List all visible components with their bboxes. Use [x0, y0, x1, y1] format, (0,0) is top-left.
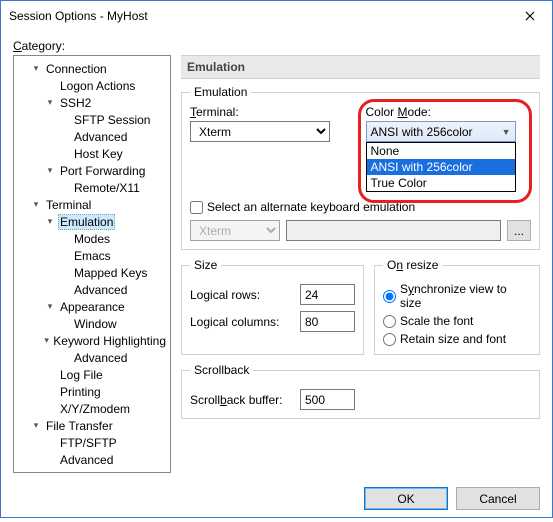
tree-item-xyzmodem[interactable]: X/Y/Zmodem: [16, 400, 168, 417]
chevron-down-icon: ▾: [44, 216, 56, 228]
tree-item-file-transfer[interactable]: ▾File Transfer: [16, 417, 168, 434]
retain-size-label: Retain size and font: [400, 332, 506, 346]
alt-keyboard-label: Select an alternate keyboard emulation: [207, 200, 415, 214]
close-icon: [525, 11, 535, 21]
chevron-down-icon: ▼: [502, 127, 511, 137]
color-mode-label: Color Mode:: [366, 105, 532, 119]
tree-item-remote-x11[interactable]: Remote/X11: [16, 179, 168, 196]
tree-item-terminal[interactable]: ▾Terminal: [16, 196, 168, 213]
color-mode-dropdown-list[interactable]: None ANSI with 256color True Color: [366, 142, 516, 192]
tree-item-sftp-session[interactable]: SFTP Session: [16, 111, 168, 128]
logical-columns-input[interactable]: [300, 311, 355, 332]
tree-item-printing[interactable]: Printing: [16, 383, 168, 400]
alt-keyboard-path: [286, 220, 501, 241]
tree-item-log-file[interactable]: Log File: [16, 366, 168, 383]
panel-heading: Emulation: [181, 55, 540, 79]
tree-item-emulation[interactable]: ▾Emulation: [16, 213, 168, 230]
color-mode-option-truecolor[interactable]: True Color: [367, 175, 515, 191]
scrollback-legend: Scrollback: [190, 363, 253, 377]
tree-item-keyword-highlighting[interactable]: ▾Keyword Highlighting: [16, 332, 168, 349]
chevron-down-icon: ▾: [30, 63, 42, 75]
category-label: Category:: [13, 39, 540, 53]
chevron-down-icon: ▾: [44, 335, 49, 347]
color-mode-select[interactable]: ANSI with 256color ▼: [366, 121, 516, 142]
scrollback-group: Scrollback Scrollback buffer:: [181, 363, 540, 419]
logical-rows-input[interactable]: [300, 284, 355, 305]
sync-view-radio[interactable]: [383, 290, 396, 303]
dialog-buttons: OK Cancel: [1, 477, 552, 522]
tree-item-modes[interactable]: Modes: [16, 230, 168, 247]
session-options-dialog: Session Options - MyHost Category: ▾Conn…: [0, 0, 553, 518]
color-mode-option-ansi256[interactable]: ANSI with 256color: [367, 159, 515, 175]
chevron-down-icon: ▾: [44, 97, 56, 109]
terminal-select[interactable]: Xterm: [190, 121, 330, 142]
tree-item-emulation-advanced[interactable]: Advanced: [16, 281, 168, 298]
sync-view-label: Synchronize view to size: [400, 282, 531, 310]
tree-item-ftp-sftp[interactable]: FTP/SFTP: [16, 434, 168, 451]
onresize-group: On resize Synchronize view to size Scale…: [374, 258, 540, 355]
scale-font-label: Scale the font: [400, 314, 473, 328]
tree-item-ft-advanced[interactable]: Advanced: [16, 451, 168, 468]
emulation-legend: Emulation: [190, 85, 251, 99]
alt-keyboard-checkbox[interactable]: [190, 201, 203, 214]
scrollback-input[interactable]: [300, 389, 355, 410]
cancel-button[interactable]: Cancel: [456, 487, 540, 510]
scale-font-radio[interactable]: [383, 315, 396, 328]
tree-item-window[interactable]: Window: [16, 315, 168, 332]
chevron-down-icon: ▾: [30, 199, 42, 211]
chevron-down-icon: ▾: [44, 165, 56, 177]
size-legend: Size: [190, 258, 221, 272]
logical-columns-label: Logical columns:: [190, 315, 290, 329]
settings-panel: Emulation Emulation Terminal: Xterm Colo…: [181, 55, 540, 473]
color-mode-value: ANSI with 256color: [371, 125, 473, 139]
onresize-legend: On resize: [383, 258, 442, 272]
emulation-group: Emulation Terminal: Xterm Color Mode:: [181, 85, 540, 250]
tree-item-mapped-keys[interactable]: Mapped Keys: [16, 264, 168, 281]
browse-button[interactable]: ...: [507, 220, 531, 241]
logical-rows-label: Logical rows:: [190, 288, 290, 302]
tree-item-connection[interactable]: ▾Connection: [16, 60, 168, 77]
close-button[interactable]: [507, 1, 552, 31]
retain-size-radio[interactable]: [383, 333, 396, 346]
scrollback-label: Scrollback buffer:: [190, 393, 290, 407]
chevron-down-icon: ▾: [44, 301, 56, 313]
tree-item-port-forwarding[interactable]: ▾Port Forwarding: [16, 162, 168, 179]
ok-button[interactable]: OK: [364, 487, 448, 510]
size-group: Size Logical rows: Logical columns:: [181, 258, 364, 355]
alt-keyboard-select: Xterm: [190, 220, 280, 241]
titlebar[interactable]: Session Options - MyHost: [1, 1, 552, 31]
chevron-down-icon: ▾: [30, 420, 42, 432]
ellipsis-icon: ...: [514, 224, 524, 238]
tree-item-emacs[interactable]: Emacs: [16, 247, 168, 264]
tree-item-kh-advanced[interactable]: Advanced: [16, 349, 168, 366]
category-tree[interactable]: ▾Connection Logon Actions ▾SSH2 SFTP Ses…: [13, 55, 171, 473]
tree-item-ssh2-advanced[interactable]: Advanced: [16, 128, 168, 145]
tree-item-appearance[interactable]: ▾Appearance: [16, 298, 168, 315]
terminal-label: Terminal:: [190, 105, 356, 119]
tree-item-ssh2[interactable]: ▾SSH2: [16, 94, 168, 111]
color-mode-option-none[interactable]: None: [367, 143, 515, 159]
tree-item-host-key[interactable]: Host Key: [16, 145, 168, 162]
window-title: Session Options - MyHost: [9, 9, 507, 23]
tree-item-logon-actions[interactable]: Logon Actions: [16, 77, 168, 94]
